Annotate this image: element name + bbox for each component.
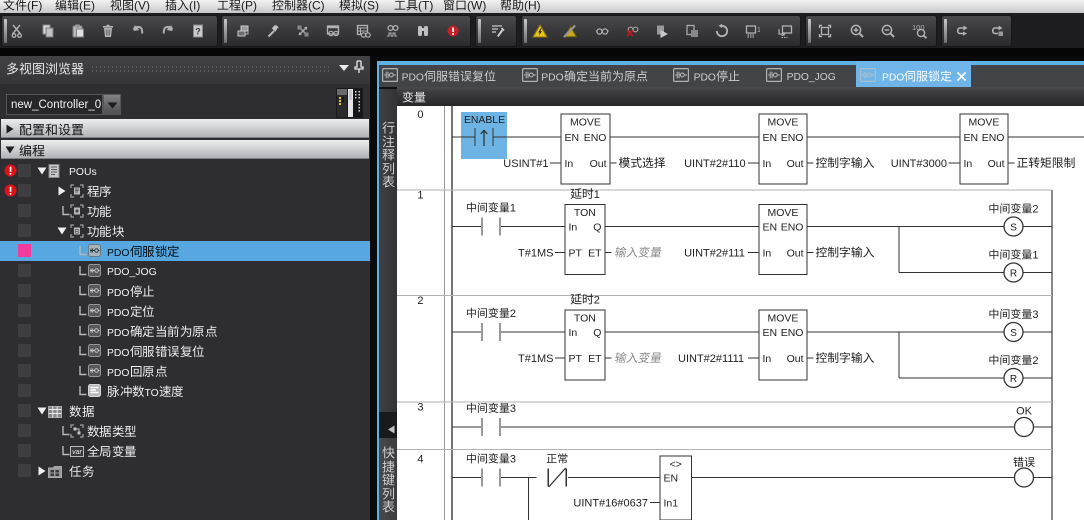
svg-text:In: In (569, 327, 578, 339)
svg-text:MOVE: MOVE (969, 117, 1000, 129)
svg-text:2: 2 (1032, 355, 1038, 367)
svg-text:UINT#2#1111: UINT#2#1111 (678, 353, 744, 365)
svg-text:4: 4 (417, 454, 423, 466)
svg-text:1: 1 (1032, 250, 1038, 262)
svg-text:ENABLE: ENABLE (464, 115, 505, 126)
svg-text:ENO: ENO (781, 327, 804, 339)
svg-text:In: In (565, 158, 574, 170)
svg-text:ENO: ENO (781, 132, 804, 144)
svg-text:B: B (75, 229, 79, 236)
svg-text:ENO: ENO (781, 222, 804, 234)
svg-text:In: In (763, 353, 772, 365)
svg-text:Out: Out (988, 158, 1005, 170)
svg-text:ET: ET (588, 248, 602, 260)
svg-text:UINT#2#111: UINT#2#111 (684, 248, 745, 260)
svg-text:In: In (763, 158, 772, 170)
svg-text:?: ? (195, 27, 201, 37)
svg-text:Q: Q (593, 327, 601, 339)
svg-text:OK: OK (1016, 406, 1033, 418)
svg-text:UINT#16#0637: UINT#16#0637 (573, 498, 648, 510)
svg-text:Out: Out (787, 248, 804, 260)
svg-text:2: 2 (594, 295, 600, 307)
svg-text:Out: Out (787, 158, 804, 170)
svg-text:EN: EN (565, 132, 580, 144)
svg-text:EN: EN (763, 222, 778, 234)
svg-text:UINT#3000: UINT#3000 (891, 158, 947, 170)
svg-text:var: var (72, 449, 82, 456)
svg-text:2: 2 (510, 308, 516, 320)
svg-text:In: In (569, 222, 578, 234)
svg-text:0: 0 (417, 109, 423, 121)
svg-text:MOVE: MOVE (570, 117, 601, 129)
svg-text:T#1MS: T#1MS (518, 353, 553, 365)
svg-text:ET: ET (588, 353, 602, 365)
svg-text:MOVE: MOVE (768, 207, 799, 219)
svg-text:In: In (763, 248, 772, 260)
svg-text:MOVE: MOVE (768, 313, 799, 325)
svg-text:MOVE: MOVE (768, 117, 799, 129)
svg-text:1: 1 (417, 190, 423, 202)
svg-text:S: S (1010, 328, 1017, 339)
svg-text:3: 3 (510, 403, 516, 415)
svg-text:3: 3 (1032, 309, 1038, 321)
svg-text:TON: TON (574, 313, 596, 325)
svg-text:1: 1 (757, 27, 760, 34)
svg-text:3: 3 (510, 454, 516, 466)
svg-text:Out: Out (787, 353, 804, 365)
svg-text:PT: PT (569, 353, 583, 365)
svg-text:ENO: ENO (982, 132, 1005, 144)
svg-text:2: 2 (417, 295, 423, 307)
svg-text:ENO: ENO (584, 132, 607, 144)
svg-text:S: S (1010, 222, 1017, 233)
svg-text:1: 1 (594, 189, 600, 201)
svg-text:T#1MS: T#1MS (518, 248, 553, 260)
svg-text:EN: EN (763, 132, 778, 144)
svg-text:In: In (964, 158, 973, 170)
svg-text:2: 2 (1032, 204, 1038, 216)
svg-text:EN: EN (763, 327, 778, 339)
svg-text:1: 1 (510, 203, 516, 215)
svg-text:R: R (1010, 374, 1017, 385)
svg-text:EN: EN (664, 473, 679, 485)
svg-text:UINT#2#110: UINT#2#110 (684, 158, 746, 170)
svg-text:3: 3 (417, 402, 423, 414)
svg-text:EN: EN (964, 132, 979, 144)
svg-text:In1: In1 (664, 498, 679, 510)
svg-text:Q: Q (593, 222, 601, 234)
svg-text:R: R (1010, 268, 1017, 279)
svg-text:TON: TON (574, 207, 596, 219)
svg-text:<>: <> (670, 459, 682, 471)
svg-text:Out: Out (590, 158, 607, 170)
svg-text:USINT#1: USINT#1 (503, 158, 548, 170)
svg-text:PT: PT (569, 248, 583, 260)
